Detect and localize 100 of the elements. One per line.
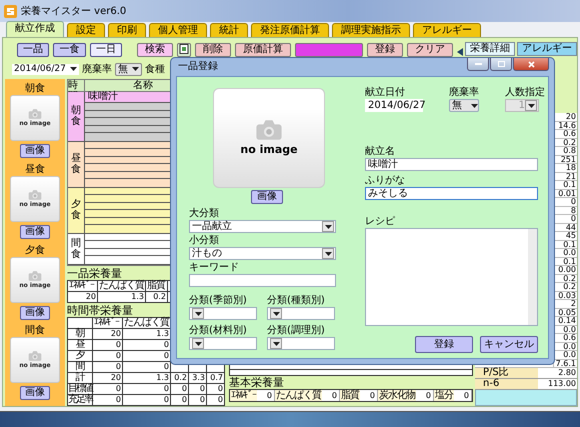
toolbar-button[interactable]: クリア <box>407 42 454 56</box>
tab[interactable]: アレルギー <box>413 23 481 37</box>
table-cell: 0 <box>171 384 189 394</box>
dropdown[interactable]: 一品献立 <box>189 220 336 233</box>
mode-button[interactable]: 一日 <box>90 42 122 56</box>
dialog-button[interactable]: 登録 <box>415 336 473 353</box>
field-label: レシピ <box>365 216 396 228</box>
table-cell: 113.00 <box>538 379 577 389</box>
maximize-icon <box>498 61 504 67</box>
row-header: 充足率 <box>68 394 93 406</box>
table-cell-text: 18 <box>564 164 577 172</box>
field-label: 炭水化物 <box>378 390 416 401</box>
placeholder-text: no image <box>240 144 298 156</box>
row-header: n-6 <box>475 379 538 389</box>
section-title: 時間帯栄養量 <box>67 304 133 316</box>
field-label: キーワード <box>189 262 240 274</box>
row-header: 計 <box>68 372 93 384</box>
dropdown[interactable]: 無 <box>114 62 142 76</box>
table-cell-text: 0.2 <box>562 274 577 282</box>
field-label: 献立日付 <box>365 87 406 99</box>
close-button[interactable] <box>513 58 549 71</box>
table-cell-text: 7.6.1 <box>554 360 577 367</box>
mode-button[interactable]: 一食 <box>53 42 86 56</box>
table-cell-text: 251 <box>560 156 577 163</box>
tab[interactable]: 調理実施指示 <box>332 23 410 37</box>
image-button[interactable]: 画像 <box>20 306 50 320</box>
dropdown[interactable] <box>189 337 257 350</box>
image-button[interactable]: 画像 <box>251 190 283 204</box>
tab[interactable]: 個人管理 <box>149 23 207 37</box>
toolbar-button[interactable]: 削除 <box>194 42 231 56</box>
date-field[interactable]: 2014/06/27 <box>365 99 423 112</box>
table-cell-text: 8 <box>570 206 577 214</box>
camera-icon <box>255 120 283 140</box>
time-label: 昼食 <box>71 153 81 175</box>
tab[interactable]: 印刷 <box>108 23 146 37</box>
table-cell: 0 <box>123 384 171 394</box>
section-title: 基本栄養量 <box>229 376 285 389</box>
table-cell-text: 2 <box>570 300 577 308</box>
field-label: 分類(種類別) <box>267 295 326 307</box>
arrow-left-icon[interactable] <box>457 48 464 56</box>
tab[interactable]: 発注原価計算 <box>251 23 329 37</box>
dropdown[interactable] <box>267 337 335 350</box>
tab[interactable]: 統計 <box>210 23 248 37</box>
table-cell: 0 <box>207 394 225 406</box>
table-cell-text: 0.05 <box>557 308 577 316</box>
table-cell: 1.3 <box>123 372 171 384</box>
input-field[interactable]: みそしる <box>365 187 538 200</box>
field-label: ふりがな <box>365 175 406 187</box>
toolbar-button[interactable]: 原価計算 <box>234 42 291 56</box>
dialog-button[interactable]: キャンセル <box>480 336 538 353</box>
table-cell: 0.2 <box>171 372 189 384</box>
toolbar-button[interactable]: 登録 <box>367 42 404 56</box>
toolbar-button[interactable]: 検索 <box>136 42 173 56</box>
toolbar-button[interactable] <box>176 42 191 56</box>
table-cell: 20 <box>93 328 123 340</box>
table-cell-text: 0.0 <box>562 351 577 358</box>
image-button[interactable]: 画像 <box>20 386 50 400</box>
date-field[interactable]: 2014/06/27 <box>12 64 79 74</box>
table-cell: 20 <box>68 292 98 302</box>
tab[interactable]: 献立作成 <box>6 21 64 37</box>
window-title: 一品登録 <box>177 60 218 74</box>
row-header: 目標値 <box>68 384 93 394</box>
meal-label: 昼食 <box>25 162 45 176</box>
field-label: 塩分 <box>434 390 454 401</box>
table-cell-text: 0.1 <box>562 258 577 265</box>
table-cell: 0 <box>171 394 189 406</box>
table-cell-text: 14.6 <box>557 122 577 129</box>
table-cell: 20 <box>93 372 123 384</box>
column-header: ｴﾈﾙｷﾞｰ <box>93 318 123 328</box>
table-cell-text: 0.2 <box>562 138 577 146</box>
table-cell: 2.80 <box>538 368 577 378</box>
input-field[interactable] <box>189 274 336 287</box>
input-field[interactable]: 味噌汁 <box>365 158 538 171</box>
caret-icon <box>70 67 77 71</box>
dropdown[interactable] <box>189 307 257 320</box>
field-label: 小分類 <box>189 235 220 247</box>
column-header: ｴﾈﾙｷﾞｰ <box>68 280 98 292</box>
table-cell-text: 44 <box>564 224 577 231</box>
caret-icon <box>272 342 280 346</box>
field-label: 分類(調理別) <box>267 325 326 337</box>
tab[interactable]: 栄養詳細 <box>465 42 516 56</box>
column-header: 脂質 <box>146 280 168 292</box>
mode-button[interactable]: 一品 <box>17 42 50 56</box>
table-cell-text: 0.0 <box>562 326 577 333</box>
dropdown[interactable]: 無 <box>449 99 479 112</box>
column-header: たんぱく質 <box>98 280 146 292</box>
minimize-button[interactable] <box>467 58 489 71</box>
table-cell-text: 0 <box>570 198 577 206</box>
image-button[interactable]: 画像 <box>20 144 50 158</box>
tab[interactable]: アレルギー <box>517 42 578 56</box>
recipe-field[interactable] <box>365 228 538 326</box>
tab[interactable]: 設定 <box>67 23 105 37</box>
maximize-button[interactable] <box>490 58 512 71</box>
row-header: 夕 <box>68 350 93 362</box>
table-cell-text: 0.6 <box>562 334 577 342</box>
table-cell: 0 <box>93 394 123 406</box>
dropdown[interactable] <box>267 307 335 320</box>
dropdown[interactable]: 汁もの <box>189 247 336 260</box>
table-cell: 0 <box>207 384 225 394</box>
image-button[interactable]: 画像 <box>20 224 50 239</box>
